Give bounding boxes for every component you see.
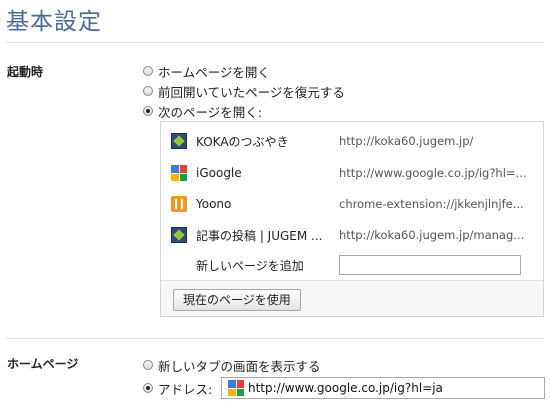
page-title: 基本設定 bbox=[6, 9, 102, 35]
page-url: http://koka60.jugem.jp/manag... bbox=[339, 228, 525, 242]
yoono-favicon-icon bbox=[171, 196, 187, 212]
homepage-option-label: 新しいタブの画面を表示する bbox=[158, 358, 321, 374]
homepage-option-address[interactable]: アドレス: bbox=[143, 379, 212, 397]
radio-button[interactable] bbox=[143, 66, 153, 76]
page-url: http://www.google.co.jp/ig?hl=... bbox=[339, 166, 527, 180]
add-page-input[interactable] bbox=[339, 255, 521, 275]
startup-option-label: 前回開いていたページを復元する bbox=[158, 84, 345, 100]
radio-button[interactable] bbox=[143, 86, 153, 96]
page-name: iGoogle bbox=[196, 166, 242, 180]
page-name: KOKAのつぶやき bbox=[196, 134, 289, 149]
page-url: chrome-extension://jkkenjlnjfe... bbox=[339, 197, 524, 211]
homepage-option-label: アドレス: bbox=[158, 381, 213, 397]
list-item[interactable]: 記事の投稿 | JUGEM ... http://koka60.jugem.jp… bbox=[161, 220, 543, 250]
koka-favicon-icon bbox=[171, 227, 187, 243]
page-name: 記事の投稿 | JUGEM ... bbox=[196, 228, 323, 243]
startup-option-label: ホームページを開く bbox=[158, 64, 270, 80]
page-url: http://koka60.jugem.jp/ bbox=[339, 134, 474, 148]
list-item[interactable]: Yoono chrome-extension://jkkenjlnjfe... bbox=[161, 189, 543, 219]
add-page-row: 新しいページを追加 bbox=[161, 250, 543, 280]
use-current-pages-button[interactable]: 現在のページを使用 bbox=[173, 289, 301, 311]
homepage-section-label: ホームページ bbox=[7, 357, 79, 371]
homepage-option-new-tab[interactable]: 新しいタブの画面を表示する bbox=[143, 356, 321, 374]
homepage-address-value: http://www.google.co.jp/ig?hl=ja bbox=[248, 381, 443, 395]
page-name: Yoono bbox=[196, 197, 232, 211]
pages-panel-footer: 現在のページを使用 bbox=[161, 280, 543, 316]
startup-section-label: 起動時 bbox=[7, 65, 44, 79]
title-divider bbox=[6, 42, 544, 43]
google-favicon-icon bbox=[228, 380, 244, 396]
radio-button[interactable] bbox=[143, 360, 153, 370]
startup-option-homepage[interactable]: ホームページを開く bbox=[143, 62, 270, 80]
google-favicon-icon bbox=[171, 165, 187, 181]
homepage-address-input[interactable]: http://www.google.co.jp/ig?hl=ja bbox=[221, 377, 545, 399]
add-page-label: 新しいページを追加 bbox=[196, 258, 304, 273]
startup-option-restore[interactable]: 前回開いていたページを復元する bbox=[143, 82, 345, 100]
section-divider bbox=[6, 338, 544, 339]
startup-option-open-pages[interactable]: 次のページを開く: bbox=[143, 102, 262, 120]
list-item[interactable]: KOKAのつぶやき http://koka60.jugem.jp/ bbox=[161, 126, 543, 156]
list-item[interactable]: iGoogle http://www.google.co.jp/ig?hl=..… bbox=[161, 158, 543, 188]
startup-pages-list: KOKAのつぶやき http://koka60.jugem.jp/ iGoogl… bbox=[160, 121, 544, 317]
startup-option-label: 次のページを開く: bbox=[158, 104, 262, 120]
koka-favicon-icon bbox=[171, 133, 187, 149]
radio-button-checked[interactable] bbox=[143, 383, 153, 393]
radio-button-checked[interactable] bbox=[143, 106, 153, 116]
